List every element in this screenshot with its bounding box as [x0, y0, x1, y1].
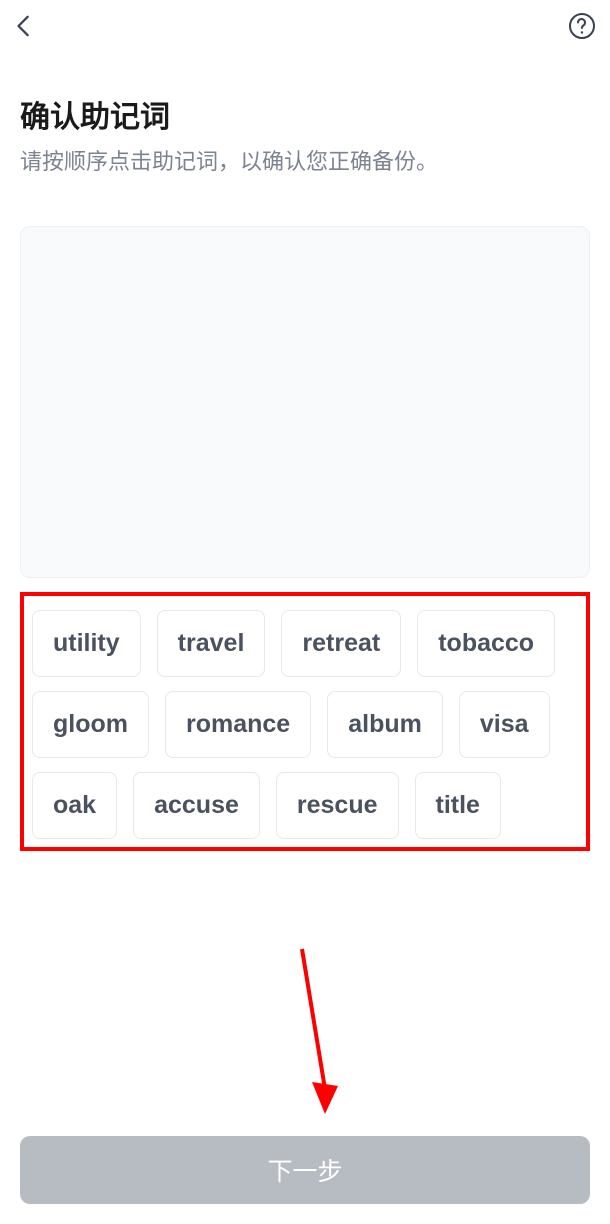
word-chip[interactable]: tobacco [417, 610, 555, 677]
word-chip[interactable]: title [415, 772, 501, 839]
word-grid: utility travel retreat tobacco gloom rom… [20, 592, 590, 851]
page-title: 确认助记词 [20, 92, 590, 136]
word-chip[interactable]: accuse [133, 772, 260, 839]
word-chip[interactable]: visa [459, 691, 550, 758]
word-chip[interactable]: rescue [276, 772, 399, 839]
word-chip[interactable]: gloom [32, 691, 149, 758]
word-chip[interactable]: retreat [281, 610, 401, 677]
main-content: 确认助记词 请按顺序点击助记词，以确认您正确备份。 utility travel… [0, 92, 610, 851]
help-icon[interactable] [566, 10, 598, 42]
back-icon[interactable] [8, 10, 40, 42]
word-chip[interactable]: romance [165, 691, 311, 758]
next-button[interactable]: 下一步 [20, 1136, 590, 1204]
word-chip[interactable]: album [327, 691, 443, 758]
word-chip[interactable]: travel [157, 610, 266, 677]
arrow-annotation [290, 944, 350, 1124]
header [0, 0, 610, 52]
selected-words-area[interactable] [20, 226, 590, 578]
word-chip[interactable]: utility [32, 610, 141, 677]
word-chip[interactable]: oak [32, 772, 117, 839]
page-subtitle: 请按顺序点击助记词，以确认您正确备份。 [20, 144, 590, 176]
